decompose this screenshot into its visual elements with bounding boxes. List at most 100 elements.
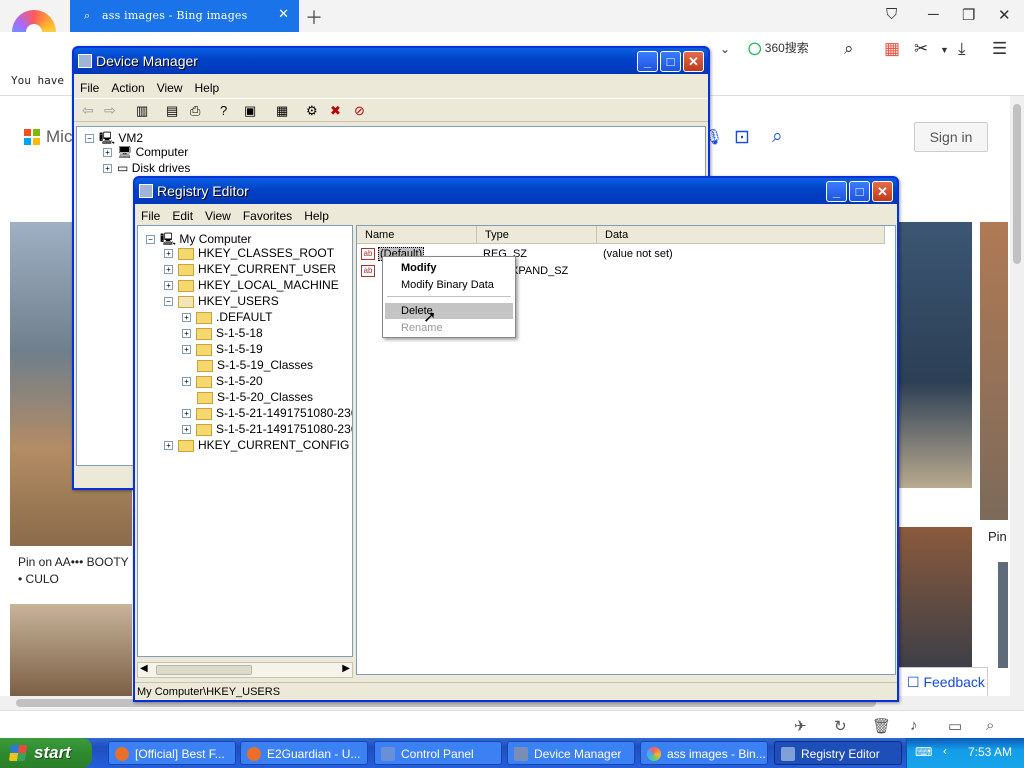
menu-edit[interactable]: Edit bbox=[166, 206, 199, 223]
column-header-name[interactable]: Name bbox=[357, 226, 477, 244]
taskbar-button-bing[interactable]: ass images - Bin... bbox=[640, 741, 768, 765]
minimize-icon[interactable]: ─ bbox=[928, 6, 939, 23]
show-hide-tree-icon[interactable]: ▥ bbox=[136, 103, 148, 119]
page-vertical-scrollbar[interactable] bbox=[1010, 96, 1024, 696]
scroll-left-icon[interactable]: ◀ bbox=[140, 663, 148, 674]
menu-item-rename[interactable]: Rename bbox=[385, 320, 513, 336]
device-manager-titlebar[interactable]: Device Manager _ □ ✕ bbox=[74, 48, 708, 74]
refresh-icon[interactable]: ↻ bbox=[834, 717, 847, 735]
taskbar-button-control-panel[interactable]: Control Panel bbox=[374, 741, 502, 765]
menu-view[interactable]: View bbox=[151, 78, 189, 95]
restore-icon[interactable]: ❐ bbox=[962, 6, 975, 24]
maximize-button[interactable]: □ bbox=[660, 51, 681, 72]
tree-node-s-1-5-21-b[interactable]: + S-1-5-21-1491751080-2360 bbox=[182, 422, 352, 436]
menu-item-modify-binary[interactable]: Modify Binary Data bbox=[385, 277, 513, 293]
menu-help[interactable]: Help bbox=[189, 78, 226, 95]
sign-in-button[interactable]: Sign in bbox=[914, 122, 988, 152]
close-icon[interactable]: ✕ bbox=[278, 7, 289, 22]
disable-icon[interactable]: ⊘ bbox=[354, 103, 365, 119]
start-button[interactable]: start bbox=[0, 738, 92, 768]
menu-item-delete[interactable]: Delete bbox=[385, 303, 513, 319]
search-engine-selector[interactable]: ◯ 360搜索 bbox=[748, 39, 809, 56]
tree-label: VM2 bbox=[118, 131, 144, 145]
download-icon[interactable]: ⤓ bbox=[958, 39, 966, 59]
new-tab-button[interactable]: ＋ bbox=[305, 4, 323, 30]
tree-node-hkcc[interactable]: + HKEY_CURRENT_CONFIG bbox=[164, 438, 349, 452]
scrollbar-thumb[interactable] bbox=[1013, 104, 1021, 264]
menu-icon[interactable]: ☰ bbox=[992, 39, 1007, 59]
tree-node-disk-drives[interactable]: + ▭ Disk drives bbox=[103, 161, 190, 175]
window-icon[interactable]: ▭ bbox=[948, 717, 962, 735]
tree-node-s-1-5-20-classes[interactable]: S-1-5-20_Classes bbox=[197, 390, 313, 404]
export-icon[interactable]: ▣ bbox=[244, 103, 256, 119]
feedback-button[interactable]: ☐ Feedback bbox=[898, 667, 988, 697]
forward-icon[interactable]: ⇨ bbox=[104, 102, 116, 119]
image-result-caption[interactable]: Pin on AA••• BOOTY • CULO bbox=[18, 554, 132, 588]
properties-icon[interactable]: ▤ bbox=[166, 103, 178, 119]
menu-file[interactable]: File bbox=[74, 78, 105, 95]
menu-help[interactable]: Help bbox=[298, 206, 335, 223]
registry-editor-window[interactable]: Registry Editor _ □ ✕ File Edit View Favori… bbox=[133, 176, 899, 702]
column-header-type[interactable]: Type bbox=[477, 226, 597, 244]
scrollbar-thumb[interactable] bbox=[156, 665, 252, 675]
image-result-thumbnail[interactable] bbox=[998, 562, 1008, 668]
tree-node-s-1-5-18[interactable]: + S-1-5-18 bbox=[182, 326, 263, 340]
shirt-icon[interactable]: ⛉ bbox=[886, 6, 897, 23]
tree-node-s-1-5-19[interactable]: + S-1-5-19 bbox=[182, 342, 263, 356]
registry-key-tree[interactable]: − 🖳 My Computer + HKEY_CLASSES_ROOT + HKEY_… bbox=[137, 225, 353, 657]
browser-tab-active[interactable]: ⌕ ass images - Bing images ✕ bbox=[70, 0, 299, 32]
update-driver-icon[interactable]: ⚙ bbox=[306, 103, 318, 119]
zoom-icon[interactable]: ⌕ bbox=[986, 717, 994, 734]
print-icon[interactable]: ⎙ bbox=[190, 103, 200, 119]
tree-node-default[interactable]: + .DEFAULT bbox=[182, 310, 272, 324]
menu-item-modify[interactable]: Modify bbox=[385, 260, 513, 276]
tree-node-s-1-5-20[interactable]: + S-1-5-20 bbox=[182, 374, 263, 388]
close-button[interactable]: ✕ bbox=[683, 51, 704, 72]
image-result-thumbnail[interactable] bbox=[980, 222, 1008, 520]
tree-node-hkcu[interactable]: + HKEY_CURRENT_USER bbox=[164, 262, 336, 276]
minimize-button[interactable]: _ bbox=[637, 51, 658, 72]
tree-node-hklm[interactable]: + HKEY_LOCAL_MACHINE bbox=[164, 278, 339, 292]
tree-node-hku[interactable]: − HKEY_USERS bbox=[164, 294, 279, 308]
scissors-icon[interactable]: ✂ bbox=[914, 39, 928, 59]
taskbar-button-official[interactable]: [Official] Best F... bbox=[108, 741, 236, 765]
menu-action[interactable]: Action bbox=[105, 78, 150, 95]
taskbar-button-e2guardian[interactable]: E2Guardian - U... bbox=[240, 741, 368, 765]
image-result-caption[interactable]: Pin bbox=[988, 529, 1007, 544]
rocket-icon[interactable]: ✈ bbox=[794, 717, 807, 735]
tree-node-hkcr[interactable]: + HKEY_CLASSES_ROOT bbox=[164, 246, 334, 260]
minimize-button[interactable]: _ bbox=[826, 181, 847, 202]
keyboard-icon[interactable]: ⌨ bbox=[915, 745, 932, 759]
taskbar-button-registry-editor[interactable]: Registry Editor bbox=[774, 741, 902, 765]
registry-editor-titlebar[interactable]: Registry Editor _ □ ✕ bbox=[135, 178, 897, 204]
visual-search-icon[interactable]: ⊡ bbox=[734, 126, 750, 149]
maximize-button[interactable]: □ bbox=[849, 181, 870, 202]
image-result-thumbnail[interactable] bbox=[10, 604, 132, 698]
speaker-icon[interactable]: ♪ bbox=[910, 717, 918, 734]
caret-down-icon[interactable]: ▼ bbox=[940, 45, 949, 55]
tree-node-s-1-5-21[interactable]: + S-1-5-21-1491751080-2360 bbox=[182, 406, 352, 420]
tree-node-computer[interactable]: + 🖥 Computer bbox=[103, 145, 188, 159]
scan-hardware-icon[interactable]: ▦ bbox=[276, 103, 288, 119]
tree-node-s-1-5-19-classes[interactable]: S-1-5-19_Classes bbox=[197, 358, 313, 372]
close-button[interactable]: ✕ bbox=[872, 181, 893, 202]
tray-expand-icon[interactable]: ‹ bbox=[943, 744, 947, 758]
search-icon[interactable]: ⌕ bbox=[844, 39, 854, 59]
column-header-data[interactable]: Data bbox=[597, 226, 885, 244]
close-icon[interactable]: ✕ bbox=[998, 6, 1011, 24]
uninstall-icon[interactable]: ✖ bbox=[330, 103, 341, 119]
trash-icon[interactable]: 🗑 bbox=[872, 717, 891, 735]
chevron-down-icon[interactable]: ⌄ bbox=[720, 42, 730, 56]
taskbar-button-device-manager[interactable]: Device Manager bbox=[507, 741, 635, 765]
menu-view[interactable]: View bbox=[199, 206, 237, 223]
help-icon[interactable]: ? bbox=[220, 103, 227, 118]
search-icon[interactable]: ⌕ bbox=[772, 126, 783, 148]
image-result-thumbnail[interactable] bbox=[896, 222, 972, 488]
tree-horizontal-scrollbar[interactable]: ◀ ▶ bbox=[137, 662, 353, 678]
back-icon[interactable]: ⇦ bbox=[82, 102, 94, 119]
apps-grid-icon[interactable]: ▦ bbox=[884, 39, 900, 59]
menu-favorites[interactable]: Favorites bbox=[237, 206, 298, 223]
menu-file[interactable]: File bbox=[135, 206, 166, 223]
image-result-thumbnail[interactable] bbox=[896, 527, 972, 667]
scroll-right-icon[interactable]: ▶ bbox=[342, 663, 350, 674]
